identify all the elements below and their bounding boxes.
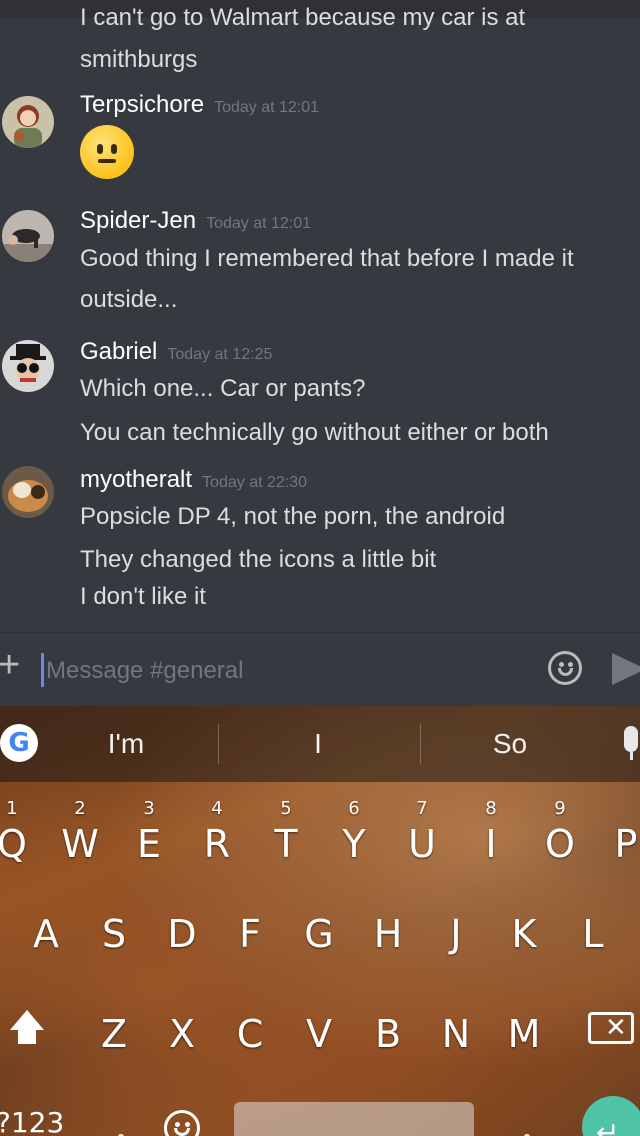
send-icon[interactable] bbox=[612, 653, 640, 685]
key[interactable]: J bbox=[424, 886, 488, 976]
shift-icon[interactable] bbox=[8, 1010, 46, 1050]
key[interactable]: 6Y bbox=[322, 786, 386, 876]
suggestion-divider bbox=[420, 724, 421, 764]
message-line: They changed the icons a little bit bbox=[80, 546, 437, 573]
add-attachment-button[interactable]: + bbox=[0, 645, 20, 685]
chat-messages: I can't go to Walmart because my car is … bbox=[0, 0, 640, 632]
soft-keyboard: G I'm I So 1Q 2W 3E 4R 5T 6Y 7U 8I 9O P … bbox=[0, 706, 640, 1136]
emoji-picker-button[interactable] bbox=[548, 651, 582, 685]
key[interactable]: X bbox=[150, 986, 214, 1076]
enter-button[interactable]: ↵ bbox=[582, 1096, 640, 1136]
message-input-bar: + Message #general bbox=[0, 632, 640, 706]
suggestion[interactable]: I'm bbox=[56, 728, 196, 760]
suggestion-strip: G I'm I So bbox=[0, 706, 640, 782]
avatar[interactable] bbox=[2, 96, 54, 148]
key[interactable]: 4R bbox=[185, 786, 249, 876]
key[interactable]: V bbox=[287, 986, 351, 1076]
key[interactable]: 3E bbox=[117, 786, 181, 876]
key[interactable]: M bbox=[492, 986, 556, 1076]
backspace-icon[interactable]: ✕ bbox=[588, 1012, 634, 1044]
text-cursor bbox=[41, 653, 44, 687]
key[interactable]: K bbox=[492, 886, 556, 976]
message-header: Spider-Jen Today at 12:01 bbox=[80, 207, 311, 235]
avatar[interactable] bbox=[2, 210, 54, 262]
key[interactable]: 2W bbox=[48, 786, 112, 876]
key[interactable]: G bbox=[287, 886, 351, 976]
key[interactable]: S bbox=[82, 886, 146, 976]
message-header: Gabriel Today at 12:25 bbox=[80, 338, 272, 366]
key[interactable]: P bbox=[594, 786, 640, 876]
key[interactable]: B bbox=[356, 986, 420, 1076]
avatar[interactable] bbox=[2, 466, 54, 518]
microphone-icon[interactable] bbox=[624, 726, 638, 752]
key[interactable]: 7U bbox=[390, 786, 454, 876]
timestamp: Today at 22:30 bbox=[202, 474, 308, 491]
key[interactable]: A bbox=[14, 886, 78, 976]
google-icon[interactable]: G bbox=[0, 724, 38, 762]
message-line: outside... bbox=[80, 286, 178, 313]
author-name[interactable]: Gabriel bbox=[80, 338, 157, 365]
key[interactable]: D bbox=[150, 886, 214, 976]
key[interactable]: 9O bbox=[528, 786, 592, 876]
timestamp: Today at 12:01 bbox=[206, 215, 312, 232]
message-header: myotheralt Today at 22:30 bbox=[80, 466, 307, 494]
message-line: I can't go to Walmart because my car is … bbox=[80, 4, 526, 31]
author-name[interactable]: Spider-Jen bbox=[80, 207, 196, 234]
key[interactable]: Z bbox=[82, 986, 146, 1076]
key[interactable]: 1Q bbox=[0, 786, 44, 876]
emoji-icon[interactable] bbox=[164, 1110, 200, 1136]
key[interactable]: 5T bbox=[254, 786, 318, 876]
author-name[interactable]: myotheralt bbox=[80, 466, 192, 493]
key[interactable]: N bbox=[424, 986, 488, 1076]
timestamp: Today at 12:01 bbox=[214, 99, 320, 116]
avatar[interactable] bbox=[2, 340, 54, 392]
neutral-face-emoji bbox=[80, 125, 134, 179]
key[interactable]: C bbox=[218, 986, 282, 1076]
key[interactable]: 8I bbox=[459, 786, 523, 876]
key[interactable]: L bbox=[561, 886, 625, 976]
message-line: Which one... Car or pants? bbox=[80, 375, 366, 402]
message-line: smithburgs bbox=[80, 46, 198, 73]
message-line: Good thing I remembered that before I ma… bbox=[80, 245, 574, 272]
suggestion-divider bbox=[218, 724, 219, 764]
symbols-key[interactable]: ?123 bbox=[0, 1106, 64, 1136]
message-line: You can technically go without either or… bbox=[80, 419, 549, 446]
message-header: Terpsichore Today at 12:01 bbox=[80, 91, 319, 119]
author-name[interactable]: Terpsichore bbox=[80, 91, 204, 118]
space-bar[interactable] bbox=[234, 1102, 474, 1136]
message-line: Popsicle DP 4, not the porn, the android bbox=[80, 503, 506, 530]
microphone-stand bbox=[630, 752, 633, 760]
suggestion[interactable]: I bbox=[248, 728, 388, 760]
suggestion[interactable]: So bbox=[440, 728, 580, 760]
key[interactable]: F bbox=[218, 886, 282, 976]
message-input[interactable]: Message #general bbox=[46, 657, 243, 685]
timestamp: Today at 12:25 bbox=[167, 346, 273, 363]
key[interactable]: H bbox=[356, 886, 420, 976]
message-line: I don't like it bbox=[80, 583, 206, 610]
